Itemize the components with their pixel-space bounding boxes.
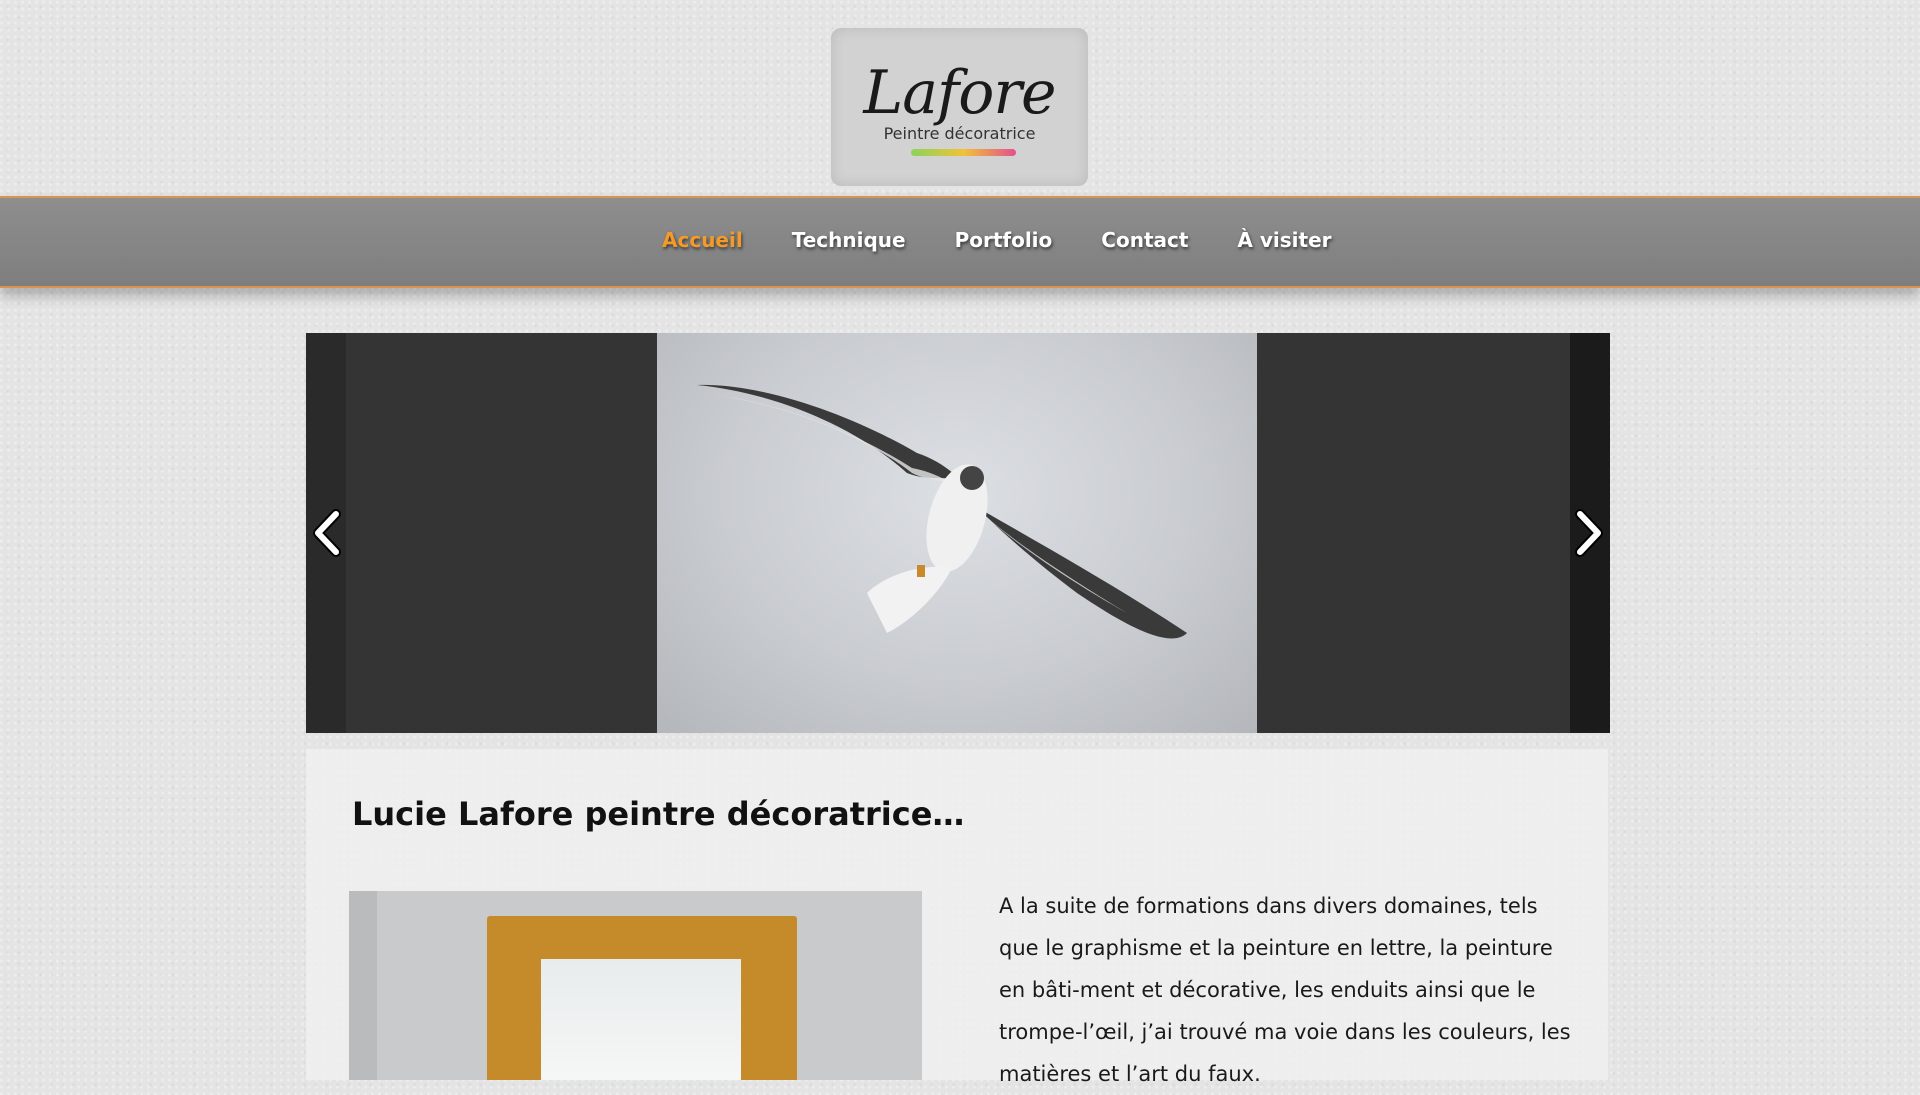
main-navigation: Accueil Technique Portfolio Contact À vi… <box>0 196 1920 288</box>
slider-prev-button[interactable] <box>308 508 348 558</box>
image-slider <box>306 333 1610 733</box>
chevron-left-icon <box>313 509 341 557</box>
logo-color-stroke <box>911 149 1016 156</box>
photo-wall-edge <box>349 891 377 1080</box>
intro-paragraph: A la suite de formations dans divers dom… <box>999 894 1571 1086</box>
page-title: Lucie Lafore peintre décoratrice… <box>352 795 965 833</box>
nav-item-a-visiter[interactable]: À visiter <box>1237 228 1331 252</box>
nav-item-contact[interactable]: Contact <box>1101 228 1188 252</box>
nav-item-portfolio[interactable]: Portfolio <box>955 228 1053 252</box>
slide-image-eagle <box>657 333 1257 733</box>
logo-script: Lafore <box>863 58 1056 128</box>
main-content: Lucie Lafore peintre décoratrice… A la s… <box>306 749 1608 1086</box>
slider-next-button[interactable] <box>1568 508 1608 558</box>
nav-item-accueil[interactable]: Accueil <box>662 228 743 252</box>
chevron-right-icon <box>1575 509 1603 557</box>
window-photo <box>349 891 922 1080</box>
logo-subtitle: Peintre décoratrice <box>883 124 1036 143</box>
site-logo[interactable]: Lafore Peintre décoratrice <box>831 28 1088 186</box>
nav-item-technique[interactable]: Technique <box>792 228 906 252</box>
photo-window-glass <box>541 959 741 1080</box>
